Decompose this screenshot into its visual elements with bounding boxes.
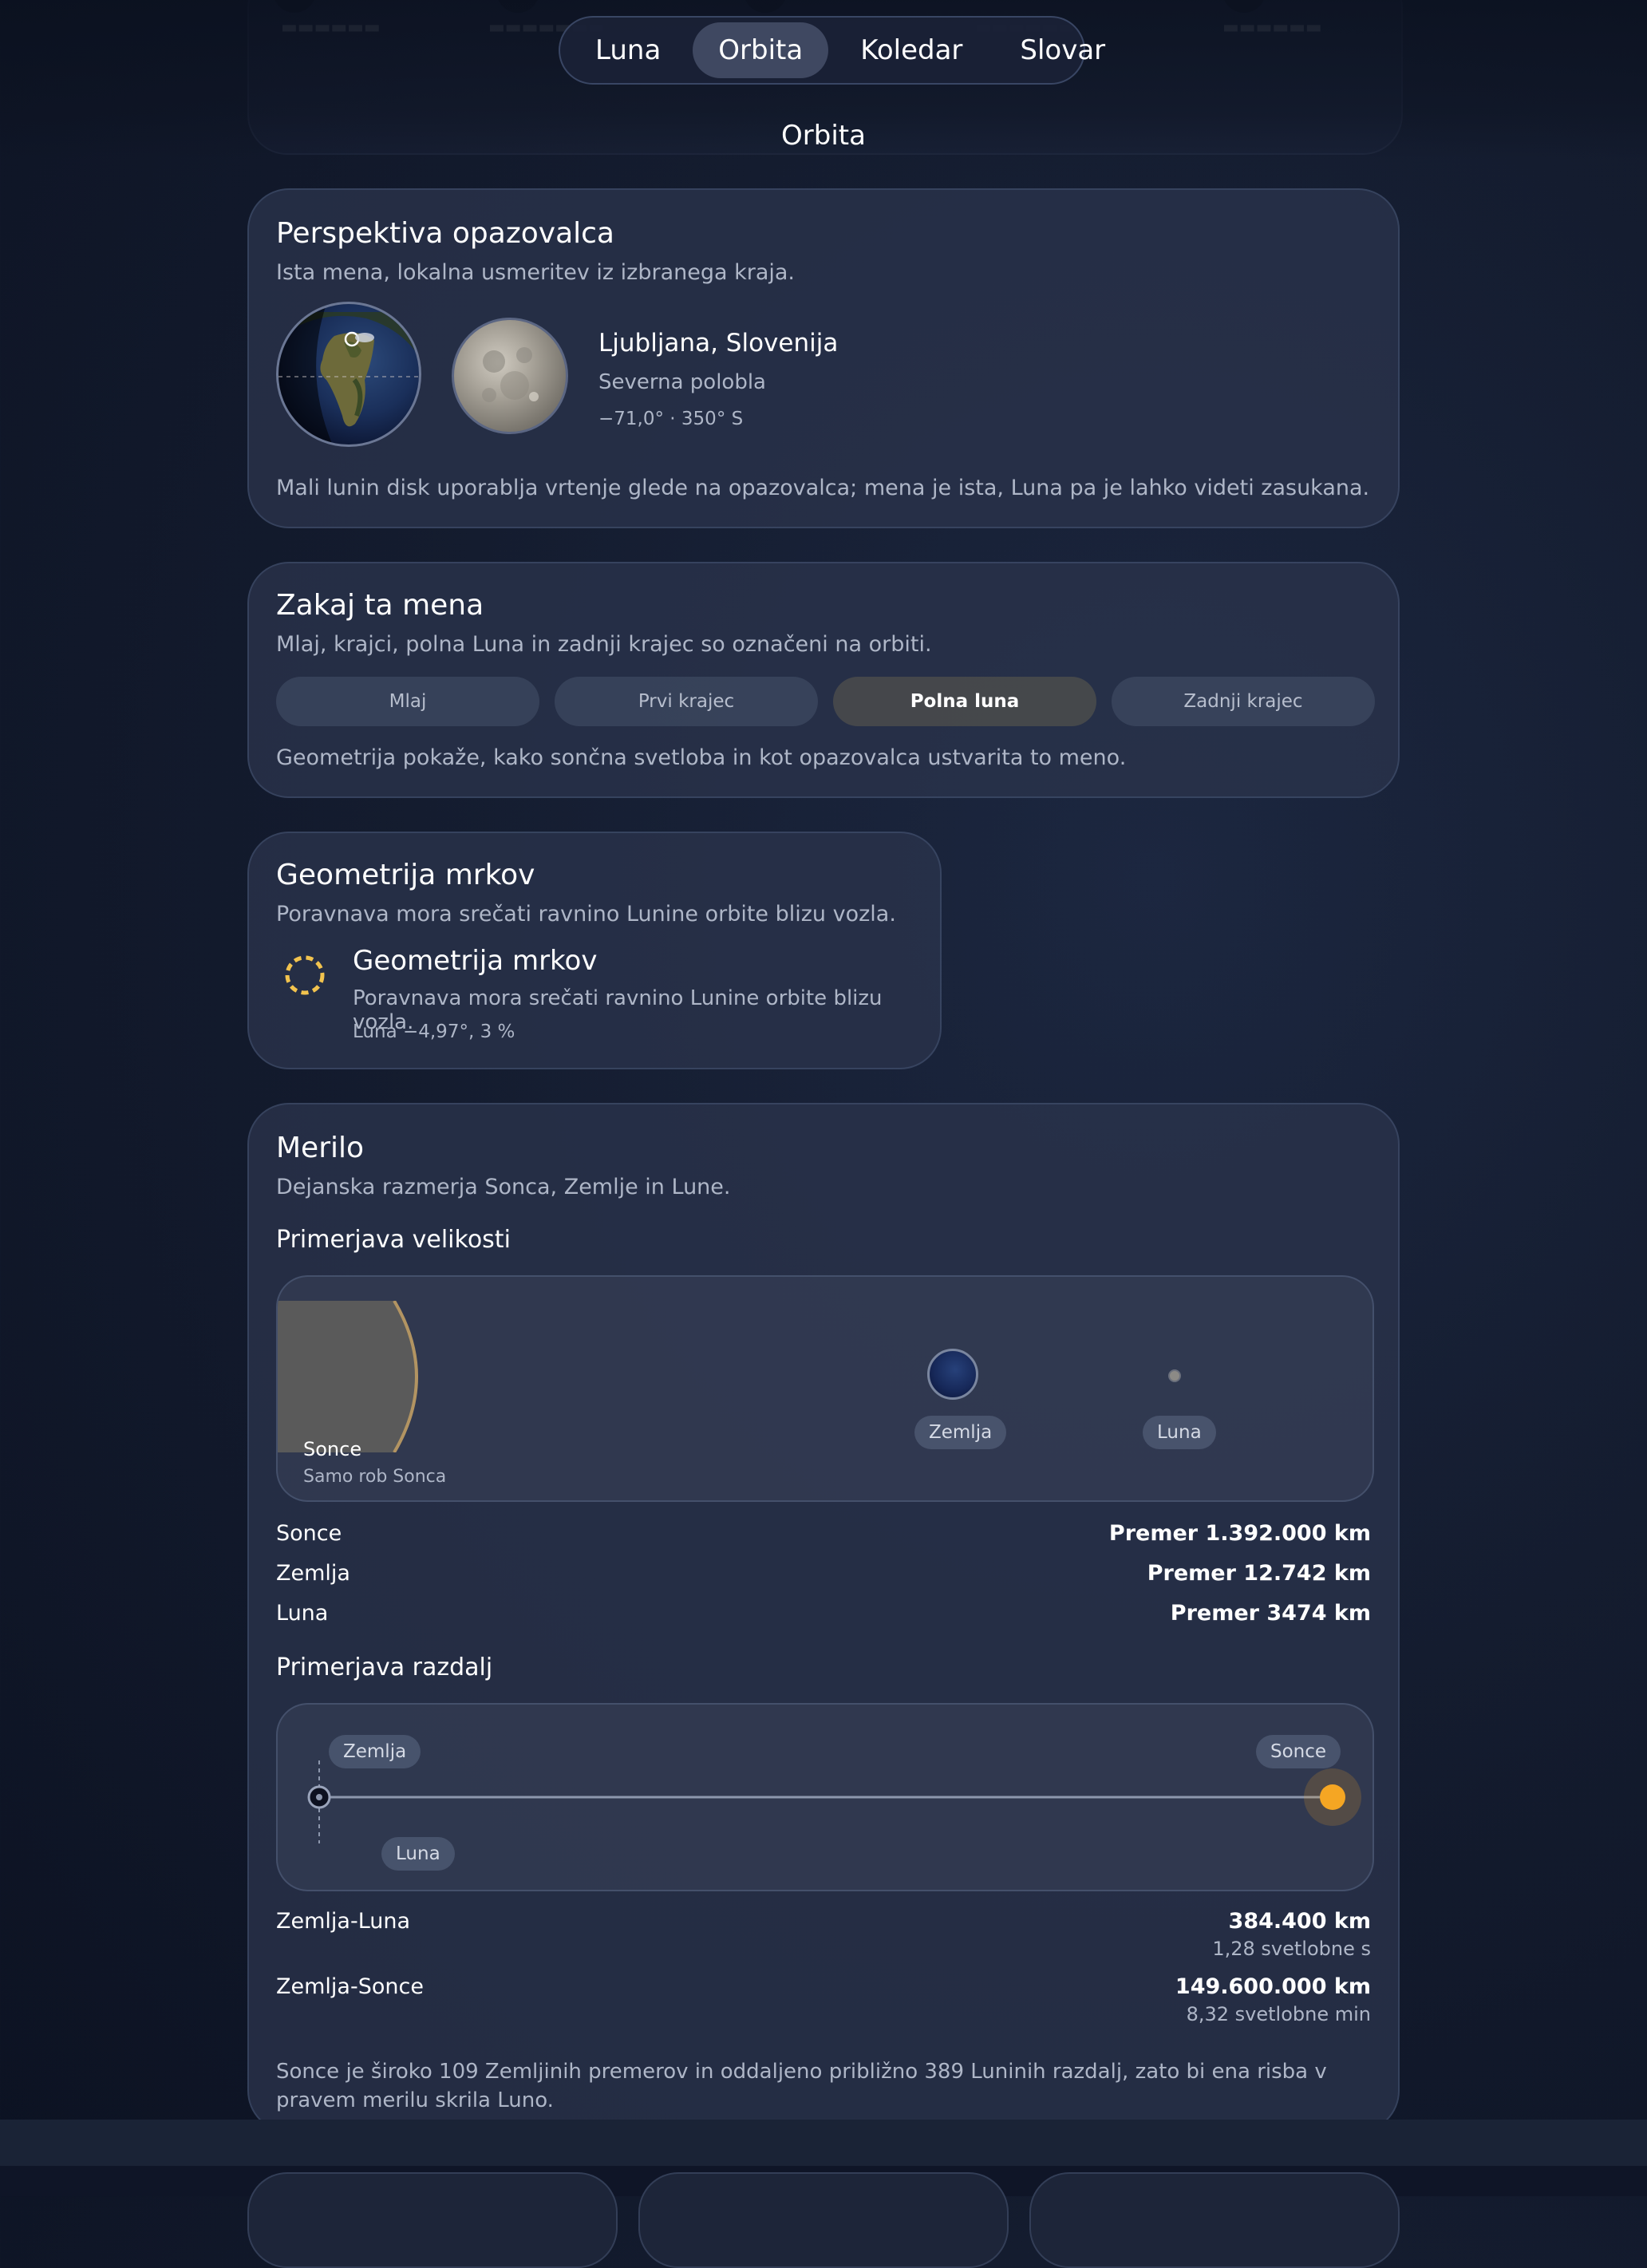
observer-card: Perspektiva opazovalca Ista mena, lokaln… [247, 188, 1400, 528]
next-card-stub [247, 2172, 618, 2268]
observer-title: Perspektiva opazovalca [276, 217, 614, 250]
eclipse-geometry-card: Geometrija mrkov Poravnava mora srečati … [247, 832, 942, 1069]
size-comparison-panel: Sonce Samo rob Sonca Zemlja Luna [276, 1275, 1374, 1502]
distance-earth-label: Zemlja [329, 1735, 421, 1768]
size-comparison-heading: Primerjava velikosti [276, 1226, 511, 1254]
sun-size-caption: Samo rob Sonca [303, 1467, 447, 1487]
phase-chip-zadnji-krajec[interactable]: Zadnji krajec [1112, 677, 1375, 726]
distance-row-earth-moon-value: 384.400 km [1228, 1909, 1371, 1934]
scale-card: Merilo Dejanska razmerja Sonca, Zemlje i… [247, 1103, 1400, 2132]
sun-size-label: Sonce [303, 1438, 362, 1460]
eclipse-subtitle: Poravnava mora srečati ravnino Lunine or… [276, 902, 896, 927]
earth-globe-icon [276, 302, 421, 447]
tab-luna[interactable]: Luna [570, 22, 686, 78]
distance-row-earth-sun-light: 8,32 svetlobne min [1186, 2003, 1371, 2025]
scale-subtitle: Dejanska razmerja Sonca, Zemlje in Lune. [276, 1175, 731, 1199]
why-phase-card: Zakaj ta mena Mlaj, krajci, polna Luna i… [247, 562, 1400, 798]
size-row-moon-value: Premer 3474 km [1170, 1601, 1371, 1626]
page-title: Orbita [781, 120, 866, 152]
phase-chip-mlaj[interactable]: Mlaj [276, 677, 539, 726]
distance-row-earth-moon-light: 1,28 svetlobne s [1212, 1938, 1371, 1960]
why-title: Zakaj ta mena [276, 589, 484, 622]
observer-subtitle: Ista mena, lokalna usmeritev iz izbraneg… [276, 260, 796, 285]
dashed-ring-icon [282, 953, 327, 998]
phase-chip-polna-luna[interactable]: Polna luna [833, 677, 1096, 726]
scale-note: Sonce je široko 109 Zemljinih premerov i… [276, 2060, 1327, 2112]
observer-hemisphere: Severna polobla [598, 370, 766, 394]
why-note: Geometrija pokaže, kako sončna svetloba … [276, 745, 1127, 770]
distance-comparison-panel: Zemlja Sonce Luna [276, 1703, 1374, 1891]
main-tab-bar: Luna Orbita Koledar Slovar [559, 16, 1105, 85]
next-card-stub [1029, 2172, 1400, 2268]
tab-orbita[interactable]: Orbita [693, 22, 829, 78]
next-card-stub [638, 2172, 1009, 2268]
distance-sun-label: Sonce [1256, 1735, 1341, 1768]
earth-size-label: Zemlja [914, 1416, 1007, 1449]
moon-disk-icon [452, 318, 568, 434]
size-row-moon-name: Luna [276, 1601, 329, 1626]
tab-koledar[interactable]: Koledar [835, 22, 988, 78]
eclipse-item-value: Luna −4,97°, 3 % [353, 1021, 515, 1042]
eclipse-item-title: Geometrija mrkov [353, 945, 598, 977]
moon-size-label: Luna [1143, 1416, 1216, 1449]
bottom-band-highlight [0, 2120, 1647, 2166]
observer-note: Mali lunin disk uporablja vrtenje glede … [276, 476, 1370, 500]
why-subtitle: Mlaj, krajci, polna Luna in zadnji kraje… [276, 632, 932, 657]
phase-chip-prvi-krajec[interactable]: Prvi krajec [555, 677, 818, 726]
size-row-earth-value: Premer 12.742 km [1147, 1561, 1371, 1586]
size-row-earth-name: Zemlja [276, 1561, 350, 1586]
size-row-sun-name: Sonce [276, 1521, 342, 1546]
tab-slovar[interactable]: Slovar [994, 22, 1131, 78]
observer-coordinates: −71,0° · 350° S [598, 409, 744, 429]
earth-size-icon [927, 1349, 978, 1400]
distance-row-earth-moon-name: Zemlja-Luna [276, 1909, 411, 1934]
distance-row-earth-sun-value: 149.600.000 km [1175, 1974, 1371, 1999]
eclipse-title: Geometrija mrkov [276, 859, 535, 891]
distance-comparison-heading: Primerjava razdalj [276, 1654, 493, 1681]
sun-edge-graphic [278, 1301, 418, 1452]
size-row-sun-value: Premer 1.392.000 km [1108, 1521, 1371, 1546]
distance-row-earth-sun-name: Zemlja-Sonce [276, 1974, 424, 1999]
scale-title: Merilo [276, 1132, 365, 1164]
moon-size-icon [1168, 1369, 1181, 1382]
observer-location: Ljubljana, Slovenija [598, 329, 839, 358]
distance-moon-label: Luna [381, 1837, 455, 1871]
